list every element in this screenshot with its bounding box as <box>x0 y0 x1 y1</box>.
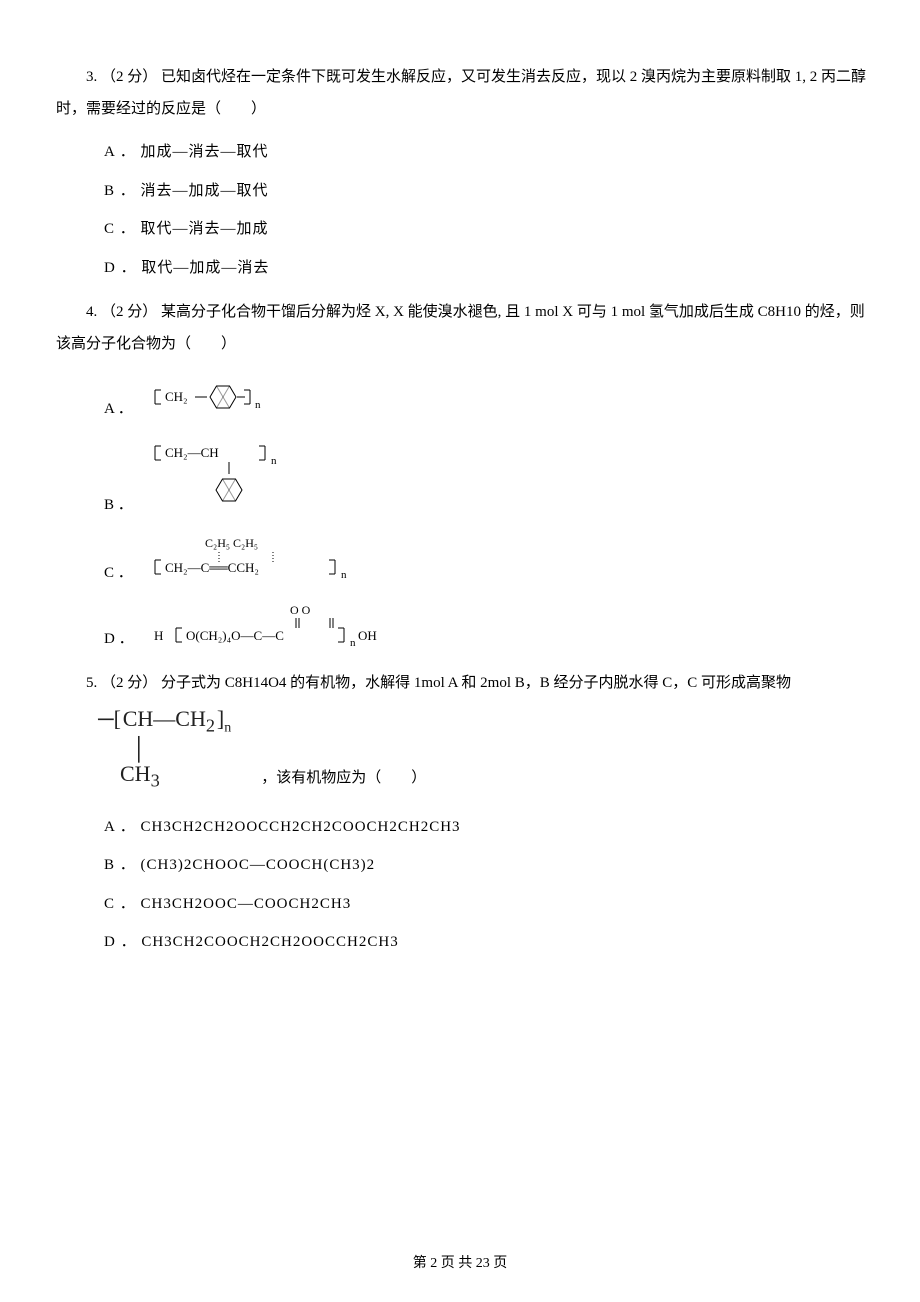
option-label: A ． 加成—消去—取代 <box>104 144 269 160</box>
option-label: B ． 消去—加成—取代 <box>104 183 269 199</box>
polypropylene-structure-icon: ─[ CH—CH2 ]n │ CH3 <box>98 706 231 792</box>
q5-option-a[interactable]: A ． CH3CH2CH2OOCCH2CH2COOCH2CH2CH3 <box>56 816 872 839</box>
polymer-structure-icon: CH₂—CH n <box>143 438 293 516</box>
q5-option-d[interactable]: D ． CH3CH2COOCH2CH2OOCCH2CH3 <box>56 931 872 954</box>
q3-option-b[interactable]: B ． 消去—加成—取代 <box>56 180 872 203</box>
option-label: C ． CH3CH2OOC—COOCH2CH3 <box>104 896 351 912</box>
svg-text:CH₂: CH₂ <box>165 389 188 404</box>
q5-option-b[interactable]: B ． (CH3)2CHOOC—COOCH(CH3)2 <box>56 854 872 877</box>
polymer-structure-icon: C₂H₅ C₂H₅ CH₂—C══CCH₂ n <box>143 534 363 584</box>
question-5-stem: 5. （2 分） 分子式为 C8H14O4 的有机物，水解得 1mol A 和 … <box>56 668 872 700</box>
svg-text:CH₂—CH: CH₂—CH <box>165 445 219 460</box>
svg-text:C₂H₅ C₂H₅: C₂H₅ C₂H₅ <box>205 536 258 550</box>
option-label: A ． CH3CH2CH2OOCCH2CH2COOCH2CH2CH3 <box>104 819 461 835</box>
option-label: D ． CH3CH2COOCH2CH2OOCCH2CH3 <box>104 934 399 950</box>
q3-option-c[interactable]: C ． 取代—消去—加成 <box>56 218 872 241</box>
svg-text:H: H <box>154 628 163 643</box>
question-5: 5. （2 分） 分子式为 C8H14O4 的有机物，水解得 1mol A 和 … <box>56 668 872 954</box>
q4-option-c[interactable]: C ． C₂H₅ C₂H₅ CH₂—C══CCH₂ n <box>56 534 872 584</box>
option-label: D ． 取代—加成—消去 <box>104 260 269 276</box>
polymer-structure-icon: CH₂ n <box>143 374 283 420</box>
svg-text:CH₂—C══CCH₂: CH₂—C══CCH₂ <box>165 560 259 575</box>
svg-text:O O: O O <box>290 603 311 617</box>
question-3-stem: 3. （2 分） 已知卤代烃在一定条件下既可发生水解反应，又可发生消去反应，现以… <box>56 62 872 125</box>
svg-text:OH: OH <box>358 628 377 643</box>
svg-text:n: n <box>255 399 261 411</box>
option-label: D ． <box>104 628 134 651</box>
option-label: B ． <box>104 494 133 517</box>
page-footer: 第 2 页 共 23 页 <box>0 1253 920 1274</box>
question-3: 3. （2 分） 已知卤代烃在一定条件下既可发生水解反应，又可发生消去反应，现以… <box>56 62 872 279</box>
q4-option-b[interactable]: B ． CH₂—CH n <box>56 438 872 516</box>
svg-text:n: n <box>341 569 347 581</box>
option-label: B ． (CH3)2CHOOC—COOCH(CH3)2 <box>104 857 375 873</box>
q3-option-d[interactable]: D ． 取代—加成—消去 <box>56 257 872 280</box>
option-label: A ． <box>104 398 133 421</box>
question-4: 4. （2 分） 某高分子化合物干馏后分解为烃 X, X 能使溴水褪色, 且 1… <box>56 297 872 650</box>
q5-option-c[interactable]: C ． CH3CH2OOC—COOCH2CH3 <box>56 893 872 916</box>
option-label: C ． 取代—消去—加成 <box>104 221 269 237</box>
option-label: C ． <box>104 562 133 585</box>
q3-option-a[interactable]: A ． 加成—消去—取代 <box>56 141 872 164</box>
question-5-trail: ，该有机物应为（ ） <box>231 767 426 792</box>
q4-option-a[interactable]: A ． CH₂ n <box>56 374 872 420</box>
question-4-stem: 4. （2 分） 某高分子化合物干馏后分解为烃 X, X 能使溴水褪色, 且 1… <box>56 297 872 360</box>
svg-text:O(CH₂)₄O—C—C: O(CH₂)₄O—C—C <box>186 628 284 643</box>
svg-text:n: n <box>350 637 356 649</box>
q4-option-d[interactable]: D ． O O H O(CH₂)₄O—C—C n OH <box>56 602 872 650</box>
svg-text:n: n <box>271 455 277 467</box>
polymer-structure-icon: O O H O(CH₂)₄O—C—C n OH <box>144 602 404 650</box>
